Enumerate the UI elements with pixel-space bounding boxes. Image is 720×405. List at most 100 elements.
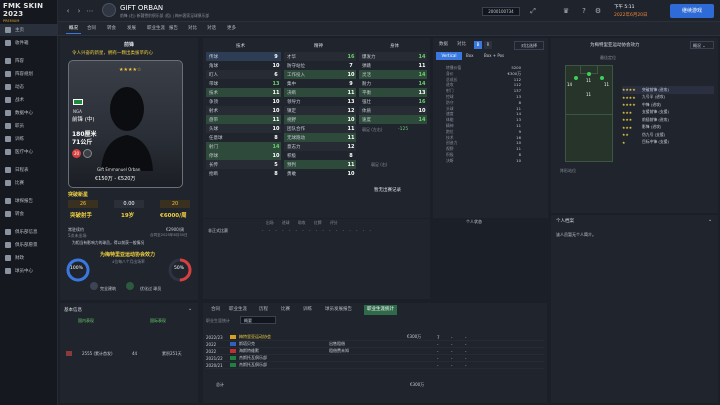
position-dot (587, 72, 591, 76)
preferred-foot: 弱足 (右) (371, 162, 388, 167)
player-hub-icon (5, 268, 11, 274)
match-col-rating: 评分 (330, 220, 338, 225)
history-tab-history[interactable]: 历程 (256, 305, 271, 315)
more-icon[interactable]: ⋯ (85, 6, 95, 16)
sidebar-item-training[interactable]: 训练 (0, 133, 58, 145)
table-row[interactable]: 2022 斯塔贝克 出售租借 --- (206, 341, 544, 348)
squad-icon (5, 58, 11, 64)
pitch-number: 11 (586, 92, 592, 97)
history-dropdown[interactable]: 概要 (240, 316, 276, 324)
sidebar-item-tactics[interactable]: 战术 (0, 94, 58, 106)
attr-row: 带球 13 (206, 79, 281, 88)
continue-button[interactable]: 继续游戏 (670, 4, 714, 18)
tab-interaction[interactable]: 对话 (204, 24, 219, 34)
history-tab-matches[interactable]: 比赛 (278, 305, 293, 315)
stats-tab-data[interactable]: 数据 (436, 40, 451, 50)
sidebar-item-finances[interactable]: 财政 (0, 252, 58, 264)
role-row[interactable]: ★★★ 前插前锋 (进攻) (622, 116, 714, 124)
nigeria-flag-icon (73, 99, 83, 105)
calendar-icon (5, 167, 11, 173)
sidebar-item-inbox[interactable]: 收件箱 (0, 37, 58, 49)
table-row[interactable]: 2020/21 杰斯托瓦俱乐部 --- (206, 362, 544, 369)
sidebar-item-matches[interactable]: 比赛 (0, 177, 58, 189)
view-tab-box-pos[interactable]: Box + Pos (484, 52, 504, 60)
positions-filter-dropdown[interactable]: 概况 ⌄ (690, 41, 714, 49)
table-row[interactable]: 2022/23 梅特里亚运动协会 €300万 7 - - (206, 334, 544, 341)
stats-tab-compare[interactable]: 对比 (454, 40, 469, 50)
club-badge-icon (230, 335, 236, 339)
role-row[interactable]: ★★★★ 中锋 (进攻) (622, 101, 714, 109)
table-row[interactable]: 2021/22 杰斯托瓦俱乐部 --- (206, 355, 544, 362)
attr-row: 意志力 12 (284, 142, 356, 151)
international-button[interactable]: 国际表现 (150, 318, 166, 324)
help-icon[interactable]: ? (579, 6, 589, 16)
tab-transfer[interactable]: 转会 (104, 24, 119, 34)
sidebar-item-squad[interactable]: 阵容 (0, 55, 58, 67)
history-tab-training[interactable]: 训练 (300, 305, 315, 315)
sidebar-item-label: 动态 (15, 85, 24, 90)
sidebar-item-dynamics[interactable]: 动态 (0, 81, 58, 93)
role-row[interactable]: ★★★ 支援前锋 (支援) (622, 109, 714, 117)
chevron-down-icon[interactable]: ⌄ (188, 306, 192, 312)
tab-compare[interactable]: 对比 (185, 24, 200, 34)
tab-development[interactable]: 发展 (124, 24, 139, 34)
sidebar-item-data-hub[interactable]: 数据中心 (0, 107, 58, 119)
view-tab-vertical[interactable]: Vertical (436, 52, 462, 60)
tab-contract[interactable]: 合同 (84, 24, 99, 34)
physical-attributes: 爆发力 14 弹跳 11 灵活 14 耐力 14 平衡 13 强壮 16 体质 10 速度 14 (359, 52, 427, 124)
sidebar-item-player-hub[interactable]: 球员中心 (0, 265, 58, 277)
career-total-label: 总计 (216, 382, 224, 387)
time-label: 下午 5:11 (614, 5, 635, 10)
sidebar-item-home[interactable]: 主页 (0, 24, 58, 36)
compare-select-button[interactable]: 对比选择 (514, 41, 544, 50)
settings-icon[interactable]: ⚙ (593, 6, 603, 16)
domestic-button[interactable]: 国内表现 (78, 318, 94, 324)
role-row[interactable]: ★ 目标中锋 (支援) (622, 139, 714, 147)
history-tab-career[interactable]: 职业生涯 (226, 305, 250, 315)
chevron-down-icon[interactable]: ⌄ (708, 217, 712, 223)
role-row[interactable]: ★★★★ 突破前锋 (进攻) (622, 86, 714, 94)
role-row[interactable]: ★★★★ 九号半 (进攻) (622, 94, 714, 102)
pitch-number: 11 (586, 78, 592, 83)
mental-attributes: 才华 16 防守站位 7 工作投入 10 集中 9 决断 11 领导力 13 镇定 12 视野… (284, 52, 356, 178)
tab-more[interactable]: 更多 (224, 24, 239, 34)
sidebar-item-squad-planner[interactable]: 阵容规划 (0, 68, 58, 80)
sidebar-item-transfers[interactable]: 转会 (0, 208, 58, 220)
history-tab-career-stats[interactable]: 职业生涯统计 (364, 305, 397, 315)
player-silhouette (101, 87, 153, 171)
player-id-box: 2000100734 (482, 7, 520, 16)
forward-icon[interactable]: › (74, 6, 84, 16)
tab-reports[interactable]: 报告 (166, 24, 181, 34)
sidebar-item-label: 转会 (15, 212, 24, 217)
table-row[interactable]: 2022 海斯特维默 租借费未知 --- (206, 348, 544, 355)
tab-overview[interactable]: 概况 (66, 24, 81, 34)
logo-subtitle: PREMIUM (3, 19, 20, 23)
training-icon (5, 136, 11, 142)
sidebar-item-label: 财政 (15, 256, 24, 261)
history-filter-label: 职业生涯统计 (206, 318, 230, 323)
history-tab-development[interactable]: 球员发展报告 (322, 305, 355, 315)
physical-header: 身体 (390, 44, 399, 49)
sidebar-item-label: 球探报告 (15, 199, 33, 204)
finance-icon (5, 255, 11, 261)
back-icon[interactable]: ‹ (63, 6, 73, 16)
technical-attributes: 传球 9 角球 10 盯人 6 带球 13 技术 11 争顶 10 射术 10 盘带 11 头球… (206, 52, 281, 178)
sidebar-item-club-info[interactable]: 俱乐部信息 (0, 226, 58, 238)
sidebar-item-club-vision[interactable]: 俱乐部愿景 (0, 239, 58, 251)
sidebar-item-medical[interactable]: 医疗中心 (0, 146, 58, 158)
tab-career[interactable]: 职业生涯 (144, 24, 168, 34)
sidebar-item-staff[interactable]: 职员 (0, 120, 58, 132)
view-tab-box[interactable]: Box (466, 52, 473, 60)
role-row[interactable]: ★★★ 影锋 (进攻) (622, 124, 714, 132)
sidebar-item-scouting[interactable]: 球探报告 (0, 195, 58, 207)
history-tab-contract[interactable]: 合同 (208, 305, 223, 315)
basic-info-title: 基本信息 (64, 308, 82, 313)
pitch-number: 11 (604, 82, 610, 87)
sidebar-item-schedule[interactable]: 日程表 (0, 164, 58, 176)
trophy-icon[interactable]: ♛ (561, 6, 571, 16)
role-row[interactable]: ★★ 伪九号 (支援) (622, 131, 714, 139)
attr-row: 防守站位 7 (284, 61, 356, 70)
stats-btn-b[interactable]: B (474, 41, 482, 49)
stats-btn-r[interactable]: R (484, 41, 492, 49)
expand-icon[interactable]: ⤢ (528, 6, 538, 16)
